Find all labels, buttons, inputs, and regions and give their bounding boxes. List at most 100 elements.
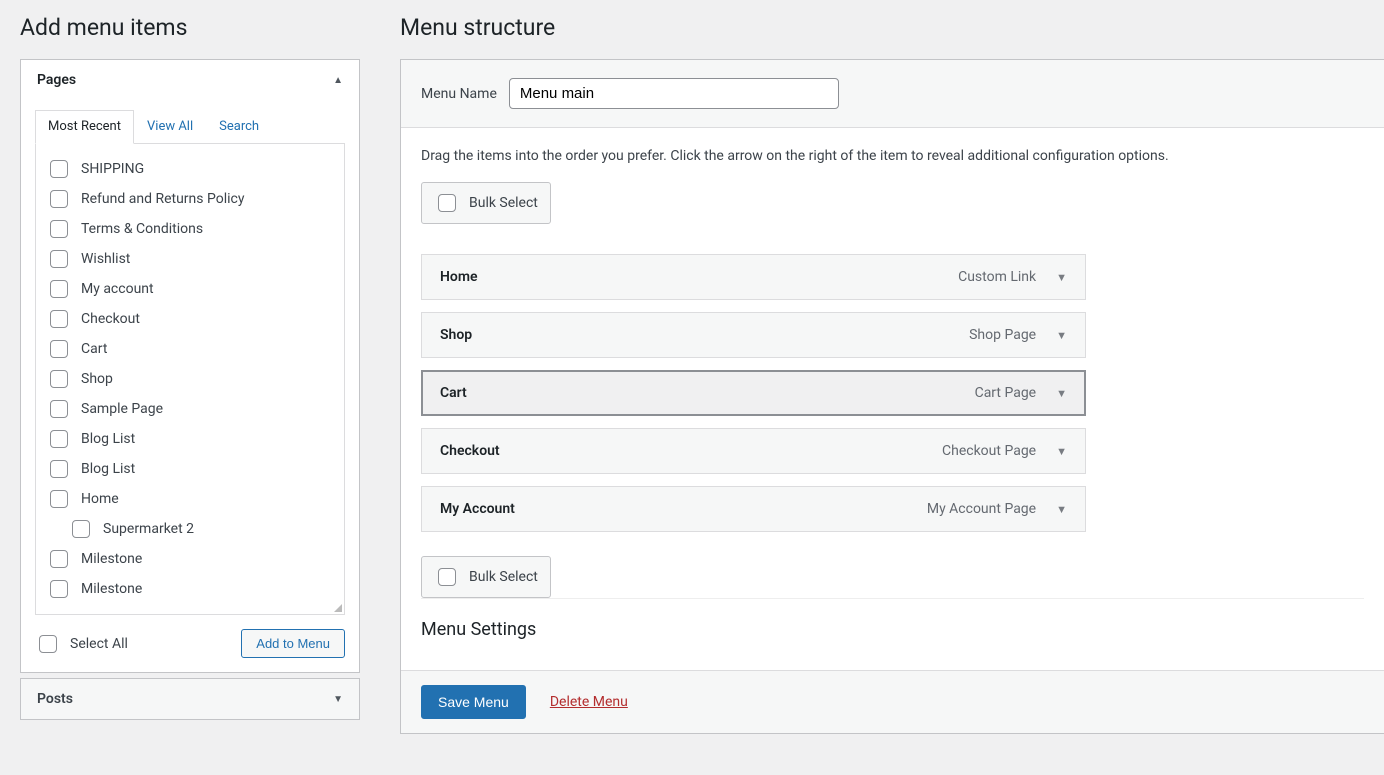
bulk-select-label-top: Bulk Select <box>469 195 538 211</box>
save-menu-button[interactable]: Save Menu <box>421 685 526 719</box>
page-item: Milestone <box>46 544 334 574</box>
page-item-checkbox[interactable] <box>50 250 68 268</box>
page-item-label: Checkout <box>81 311 140 327</box>
bulk-select-checkbox-top[interactable] <box>438 194 456 212</box>
page-item-label: Shop <box>81 371 113 387</box>
page-item: Blog List <box>46 454 334 484</box>
menu-item-meta: My Account Page ▼ <box>927 501 1067 517</box>
menu-item-meta: Checkout Page▼ <box>942 443 1067 459</box>
bulk-select-bottom[interactable]: Bulk Select <box>421 556 551 598</box>
page-item-checkbox[interactable] <box>50 490 68 508</box>
menu-item-meta: Cart Page ▼ <box>975 385 1067 401</box>
menu-item[interactable]: Home Custom Link ▼ <box>421 254 1086 300</box>
page-item-label: Wishlist <box>81 251 130 267</box>
menu-item[interactable]: Shop Shop Page▼ <box>421 312 1086 358</box>
page-item-label: My account <box>81 281 154 297</box>
chevron-down-icon[interactable]: ▼ <box>1056 387 1067 400</box>
page-item: Supermarket 2 <box>46 514 334 544</box>
bulk-select-label-bottom: Bulk Select <box>469 569 538 585</box>
menu-item[interactable]: My AccountMy Account Page▼ <box>421 486 1086 532</box>
menu-item-title: Checkout <box>440 443 500 459</box>
page-item: Cart <box>46 334 334 364</box>
chevron-down-icon[interactable]: ▼ <box>1056 445 1067 458</box>
menu-item-meta: Custom Link ▼ <box>958 269 1067 285</box>
page-item: Terms & Conditions <box>46 214 334 244</box>
page-item-label: SHIPPING <box>81 161 144 177</box>
page-item-checkbox[interactable] <box>50 430 68 448</box>
page-item-checkbox[interactable] <box>50 370 68 388</box>
menu-item-title: Shop <box>440 327 472 343</box>
menu-edit-body: Drag the items into the order you prefer… <box>401 128 1384 670</box>
page-item-checkbox[interactable] <box>72 520 90 538</box>
chevron-down-icon: ▼ <box>333 694 343 705</box>
page-item-label: Cart <box>81 341 107 357</box>
page-item: Wishlist <box>46 244 334 274</box>
page-item-checkbox[interactable] <box>50 550 68 568</box>
page-item-label: Sample Page <box>81 401 163 417</box>
bulk-select-top[interactable]: Bulk Select <box>421 182 551 224</box>
page-item-label: Blog List <box>81 431 135 447</box>
menu-item[interactable]: Cart Cart Page ▼ <box>421 370 1086 416</box>
chevron-down-icon[interactable]: ▼ <box>1056 503 1067 516</box>
delete-menu-link[interactable]: Delete Menu <box>550 694 628 710</box>
add-menu-items-title: Add menu items <box>20 14 360 41</box>
add-menu-items-panel: Add menu items Pages ▲ Most Recent View … <box>0 0 380 775</box>
select-all-checkbox[interactable] <box>39 635 57 653</box>
menu-item[interactable]: Checkout Checkout Page▼ <box>421 428 1086 474</box>
page-item-checkbox[interactable] <box>50 280 68 298</box>
page-item-label: Blog List <box>81 461 135 477</box>
page-item: Milestone <box>46 574 334 604</box>
page-item: Checkout <box>46 304 334 334</box>
menu-item-meta: Shop Page▼ <box>969 327 1067 343</box>
tab-most-recent[interactable]: Most Recent <box>35 110 134 144</box>
page-item: Blog List <box>46 424 334 454</box>
posts-metabox: Posts ▼ <box>20 678 360 720</box>
page-item-checkbox[interactable] <box>50 310 68 328</box>
page-item-label: Refund and Returns Policy <box>81 191 244 207</box>
pages-metabox-toggle[interactable]: Pages ▲ <box>21 60 359 100</box>
page-item-checkbox[interactable] <box>50 190 68 208</box>
tab-search[interactable]: Search <box>206 110 272 143</box>
select-all-label: Select All <box>70 636 128 652</box>
menu-edit-frame: Menu Name Drag the items into the order … <box>400 59 1384 734</box>
page-item: Shop <box>46 364 334 394</box>
chevron-down-icon[interactable]: ▼ <box>1056 271 1067 284</box>
menu-item-title: Home <box>440 269 478 285</box>
bulk-select-checkbox-bottom[interactable] <box>438 568 456 586</box>
pages-tabs: Most Recent View All Search <box>35 110 345 144</box>
tab-view-all[interactable]: View All <box>134 110 206 143</box>
menu-item-type: Cart Page <box>975 385 1037 401</box>
page-item: Refund and Returns Policy <box>46 184 334 214</box>
add-to-menu-button[interactable]: Add to Menu <box>241 629 345 658</box>
menu-name-input[interactable] <box>509 78 839 109</box>
pages-tab-panel: SHIPPING Refund and Returns Policy Terms &… <box>35 144 345 615</box>
page-item: My account <box>46 274 334 304</box>
page-item-checkbox[interactable] <box>50 220 68 238</box>
menu-item-title: Cart <box>440 385 467 401</box>
pages-metabox: Pages ▲ Most Recent View All Search SHIP… <box>20 59 360 673</box>
page-item: SHIPPING <box>46 154 334 184</box>
page-item-checkbox[interactable] <box>50 400 68 418</box>
menu-items-list: Home Custom Link ▼ Shop Shop Page▼ Cart Cart P… <box>421 254 1086 532</box>
menu-name-label: Menu Name <box>421 86 497 102</box>
menu-edit-footer: Save Menu Delete Menu <box>401 670 1384 733</box>
page-item-label: Home <box>81 491 119 507</box>
menu-item-type: My Account Page <box>927 501 1036 517</box>
select-all-pages[interactable]: Select All <box>35 632 128 656</box>
page-item-label: Terms & Conditions <box>81 221 203 237</box>
drag-instructions: Drag the items into the order you prefer… <box>421 148 1364 164</box>
page-item-checkbox[interactable] <box>50 580 68 598</box>
page-item: Home <box>46 484 334 514</box>
page-item-checkbox[interactable] <box>50 340 68 358</box>
menu-item-type: Custom Link <box>958 269 1036 285</box>
pages-metabox-label: Pages <box>37 72 76 88</box>
page-item-checkbox[interactable] <box>50 460 68 478</box>
page-item: Sample Page <box>46 394 334 424</box>
page-item-label: Milestone <box>81 551 142 567</box>
chevron-down-icon[interactable]: ▼ <box>1056 329 1067 342</box>
page-item-checkbox[interactable] <box>50 160 68 178</box>
pages-metabox-body: Most Recent View All Search SHIPPING Refu… <box>21 100 359 672</box>
page-item-label: Milestone <box>81 581 142 597</box>
posts-metabox-toggle[interactable]: Posts ▼ <box>21 679 359 719</box>
page-item-label: Supermarket 2 <box>103 521 194 537</box>
